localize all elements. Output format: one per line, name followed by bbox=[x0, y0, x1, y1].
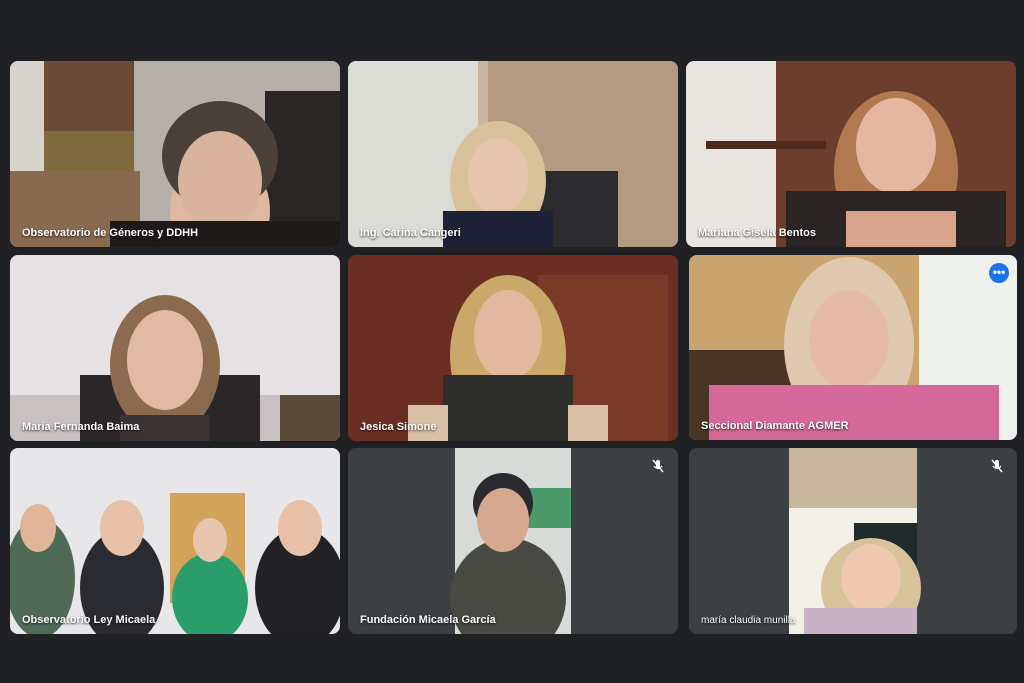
participant-tile-5[interactable]: Jesica Simone bbox=[348, 255, 678, 441]
participant-tile-3[interactable]: Mariana Gisela Bentos bbox=[686, 61, 1016, 247]
participant-tile-1[interactable]: Observatorio de Géneros y DDHH bbox=[10, 61, 340, 247]
participant-name: Mariana Gisela Bentos bbox=[698, 227, 816, 239]
participant-tile-2[interactable]: Ing. Carina Cangeri bbox=[348, 61, 678, 247]
participant-name: Ing. Carina Cangeri bbox=[360, 227, 461, 239]
participant-tile-6[interactable]: ••• Seccional Diamante AGMER bbox=[689, 255, 1017, 440]
video-feed bbox=[10, 61, 340, 247]
participant-name: Seccional Diamante AGMER bbox=[701, 420, 849, 432]
participant-tile-4[interactable]: María Fernanda Baima bbox=[10, 255, 340, 441]
video-feed bbox=[10, 448, 340, 634]
video-feed bbox=[689, 448, 1017, 634]
participant-name: Jesica Simone bbox=[360, 421, 437, 433]
participant-tile-7[interactable]: Observatorio Ley Micaela bbox=[10, 448, 340, 634]
video-feed bbox=[348, 255, 678, 441]
mic-off-icon bbox=[652, 459, 664, 473]
participant-tile-8[interactable]: Fundación Micaela García bbox=[348, 448, 678, 634]
participant-name: maría claudia munilla bbox=[701, 615, 796, 626]
video-feed bbox=[686, 61, 1016, 247]
mic-off-icon bbox=[991, 459, 1003, 473]
participant-name: Observatorio Ley Micaela bbox=[22, 614, 156, 626]
meeting-grid: Observatorio de Géneros y DDHH Ing. Cari… bbox=[0, 0, 1024, 683]
video-feed bbox=[348, 61, 678, 247]
video-feed bbox=[348, 448, 678, 634]
participant-tile-9[interactable]: maría claudia munilla bbox=[689, 448, 1017, 634]
participant-name: Observatorio de Géneros y DDHH bbox=[22, 227, 199, 239]
video-feed bbox=[10, 255, 340, 441]
more-options-icon[interactable]: ••• bbox=[989, 263, 1009, 283]
participant-name: María Fernanda Baima bbox=[22, 421, 140, 433]
video-feed bbox=[689, 255, 1017, 440]
participant-name: Fundación Micaela García bbox=[360, 614, 496, 626]
